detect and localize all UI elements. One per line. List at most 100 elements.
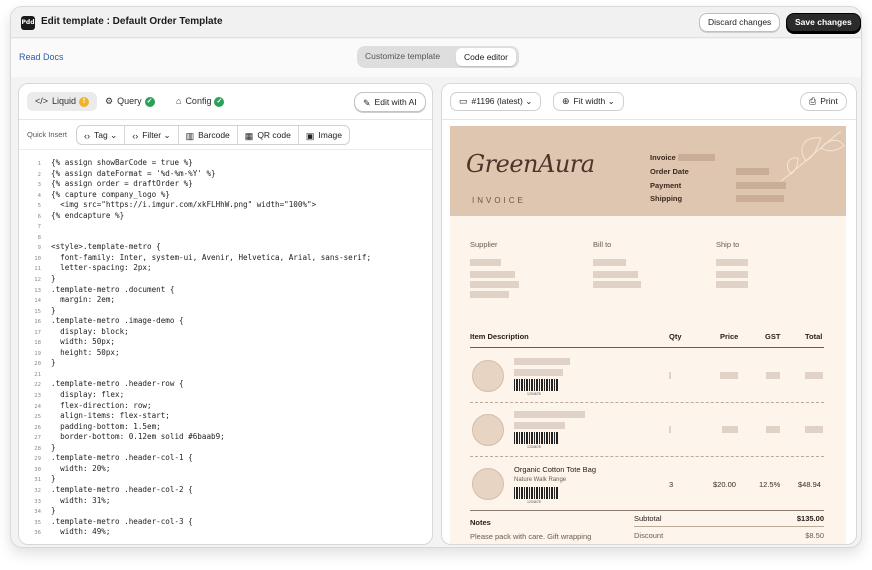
insert-qr-code-button[interactable]: ▦ QR code [238,126,299,144]
placeholder-bar [669,372,671,379]
placeholder-bar [766,426,780,433]
barcode-number: 1234678 [527,500,541,504]
code-line[interactable]: 25 align-items: flex-start; [19,411,432,422]
product-thumbnail [472,468,504,500]
code-line[interactable]: 9 <style>.template-metro { [19,242,432,253]
code-line[interactable]: 21 [19,369,432,380]
code-text: {% capture company_logo %} [51,189,170,199]
code-line[interactable]: 7 [19,221,432,232]
placeholder-bar [514,411,585,418]
code-line[interactable]: 6 {% endcapture %} [19,211,432,222]
sparkle-edit-icon: ✎ [363,97,371,108]
code-line[interactable]: 17 display: block; [19,327,432,338]
code-line[interactable]: 11 letter-spacing: 2px; [19,263,432,274]
customize-template-tab[interactable]: Customize template [365,51,440,61]
version-select[interactable]: ▭ #1196 (latest) ⌄ [450,92,542,111]
code-line[interactable]: 18 width: 50px; [19,337,432,348]
code-line[interactable]: 8 [19,232,432,243]
code-line[interactable]: 26 padding-bottom: 1.5em; [19,421,432,433]
preview-panel: ▭ #1196 (latest) ⌄ ⊕ Fit width ⌄ ⎙ Print Gr… [441,83,857,545]
placeholder-bar [716,259,748,266]
tab-liquid[interactable]: </> Liquid! [27,92,97,111]
code-text: <style>.template-metro { [51,242,161,252]
code-line[interactable]: 36 width: 49%; [19,527,432,538]
editor-tabs: </> Liquid! ⚙ Query ✓ ⌂ Config ✓ ✎ Edit with A… [19,84,432,120]
code-area[interactable]: 1 {% assign showBarCode = true %} 2 {% assi… [19,158,432,544]
tab-config-label: Config [185,96,212,106]
barcode [514,487,558,499]
code-text: display: flex; [51,390,125,400]
mode-bar: Read Docs Customize template Code editor [11,39,861,77]
totals-rule [634,526,824,527]
insert-barcode-button[interactable]: ▥ Barcode [179,126,238,144]
insert-image-button[interactable]: ▣ Image [299,126,349,144]
code-line[interactable]: 4 {% capture company_logo %} [19,189,432,201]
discard-changes-button[interactable]: Discard changes [699,13,781,32]
print-button[interactable]: ⎙ Print [800,92,847,111]
code-line[interactable]: 5 <img src="https://i.imgur.com/xkFLHhW.… [19,200,432,211]
check-status-icon: ✓ [214,96,225,107]
placeholder-bar [678,154,715,161]
placeholder-bar [470,259,501,266]
placeholder-bar [736,168,769,175]
code-icon: </> [35,96,49,107]
brand-logo: GreenAura [466,150,595,178]
save-changes-button[interactable]: Save changes [786,13,861,32]
zoom-label: Fit width [573,96,606,106]
code-line[interactable]: 32 .template-metro .header-col-2 { [19,485,432,496]
placeholder-bar [593,271,638,278]
placeholder-bar [470,281,519,288]
code-line[interactable]: 24 flex-direction: row; [19,401,432,412]
shipping-label: Shipping [650,194,683,203]
app-logo: Pdd [21,16,35,30]
code-text: letter-spacing: 2px; [51,263,152,273]
code-line[interactable]: 35 .template-metro .header-col-3 { [19,516,432,528]
code-line[interactable]: 2 {% assign dateFormat = '%d-%m-%Y' %} [19,169,432,180]
chevron-down-icon: ⌄ [163,130,171,140]
code-line[interactable]: 19 height: 50px; [19,348,432,359]
column-qty: Qty [669,332,682,341]
code-line[interactable]: 33 width: 31%; [19,496,432,507]
code-line[interactable]: 34} [19,506,432,517]
code-line[interactable]: 27 border-bottom: 0.12em solid #6baab9; [19,432,432,443]
code-line[interactable]: 14 margin: 2em; [19,295,432,306]
code-line[interactable]: 23 display: flex; [19,390,432,401]
code-line[interactable]: 31} [19,474,432,485]
code-line[interactable]: 15} [19,306,432,317]
zoom-select[interactable]: ⊕ Fit width ⌄ [553,92,624,111]
code-text: .template-metro .header-col-3 { [51,516,193,526]
code-text: .template-metro .document { [51,284,175,294]
read-docs-link[interactable]: Read Docs [19,52,64,62]
mode-switch: Customize template Code editor [357,46,519,68]
code-line[interactable]: 30 width: 20%; [19,464,432,475]
code-text: padding-bottom: 1.5em; [51,421,161,431]
code-line[interactable]: 3 {% assign order = draftOrder %} [19,179,432,190]
code-line[interactable]: 22 .template-metro .header-row { [19,379,432,390]
item-qty: 3 [669,480,674,489]
line-number: 23 [34,393,41,400]
code-editor-tab[interactable]: Code editor [456,48,516,66]
code-line[interactable]: 13 .template-metro .document { [19,284,432,296]
code-line[interactable]: 20} [19,358,432,369]
code-line[interactable]: 12} [19,274,432,285]
tab-config[interactable]: ⌂ Config ✓ [176,92,225,111]
insert-tag-button[interactable]: ‹› Tag ⌄ [77,126,126,144]
code-text: font-family: Inter, system-ui, Avenir, H… [51,252,372,262]
code-line[interactable]: 1 {% assign showBarCode = true %} [19,158,432,169]
code-line[interactable]: 28} [19,443,432,454]
code-line[interactable]: 29 .template-metro .header-col-1 { [19,453,432,464]
tab-query[interactable]: ⚙ Query ✓ [105,92,155,111]
edit-with-ai-button[interactable]: ✎ Edit with AI [354,92,426,112]
code-text: width: 50px; [51,337,116,347]
zoom-icon: ⊕ [562,96,570,107]
code-line[interactable]: 10 font-family: Inter, system-ui, Avenir… [19,252,432,264]
tab-query-label: Query [117,96,142,106]
placeholder-bar [514,369,563,376]
notes-text: Please pack with care. Gift wrapping [470,532,592,541]
insert-qr-code-label: QR code [257,130,291,140]
chevron-down-icon: ⌄ [110,130,118,140]
gear-icon: ⚙ [105,96,114,107]
insert-filter-button[interactable]: ‹› Filter ⌄ [125,126,179,144]
table-header-rule [470,347,824,348]
code-line[interactable]: 16 .template-metro .image-demo { [19,316,432,327]
